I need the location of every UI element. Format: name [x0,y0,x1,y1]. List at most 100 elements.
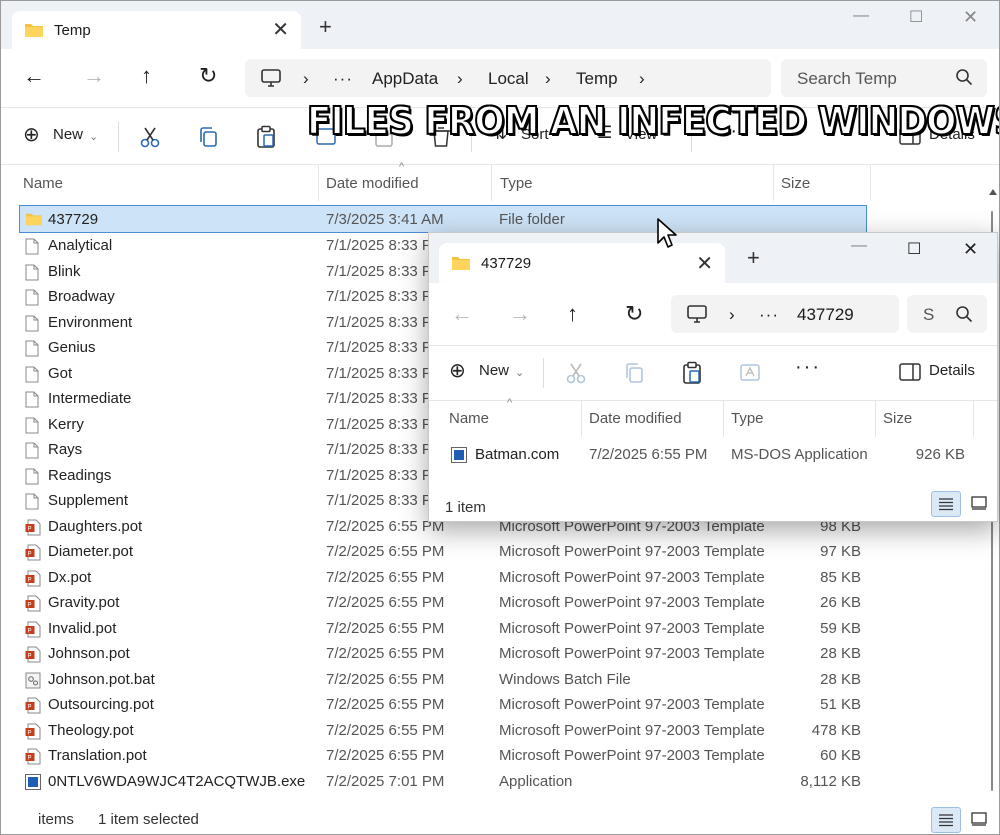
table-row[interactable]: P Gravity.pot 7/2/2025 6:55 PM Microsoft Po… [1,590,999,616]
file-name: 0NTLV6WDA9WJC4T2ACQTWJB.exe [48,772,306,790]
svg-text:P: P [28,705,32,711]
toolbar-divider [118,122,119,152]
command-bar: ⊕ New ⌄ ··· Details [429,345,997,401]
search-input[interactable]: Search Temp [781,59,987,97]
refresh-icon[interactable]: ↻ [625,301,643,327]
breadcrumb-temp[interactable]: Temp [576,69,618,89]
column-type[interactable]: Type [731,410,764,427]
more-options-icon[interactable]: ··· [795,356,821,379]
file-date: 7/1/2025 8:33 PM [326,288,445,305]
column-divider[interactable] [870,165,871,201]
up-icon[interactable]: ↑ [567,301,578,327]
file-type: Microsoft PowerPoint 97-2003 Template [499,696,765,713]
column-divider[interactable] [581,401,582,437]
up-icon[interactable]: ↑ [141,63,152,89]
tab-bar: 437729 ✕ + — ☐ ✕ [429,233,997,283]
svg-text:P: P [28,730,32,736]
tiles-view-button[interactable] [965,491,995,517]
table-row[interactable]: Batman.com 7/2/2025 6:55 PM MS-DOS Appli… [429,439,997,469]
search-input[interactable]: S [907,295,987,333]
column-date-modified[interactable]: Date modified [326,175,419,192]
cut-icon[interactable] [565,362,587,384]
search-icon [956,69,973,86]
new-tab-icon[interactable]: + [319,16,332,38]
item-count: 1 item [445,499,486,516]
column-name[interactable]: Name [449,410,489,427]
chevron-right-icon: › [729,305,735,324]
table-row[interactable]: P Theology.pot 7/2/2025 6:55 PM Microsoft P… [1,718,999,744]
table-row[interactable]: P Invalid.pot 7/2/2025 6:55 PM Microsoft Po… [1,616,999,642]
details-button[interactable]: Details [929,362,975,379]
back-icon[interactable]: ← [451,301,473,327]
tab-temp[interactable]: Temp ✕ [12,11,301,49]
table-row[interactable]: P Diameter.pot 7/2/2025 6:55 PM Microsoft P… [1,539,999,565]
file-date: 7/2/2025 6:55 PM [326,645,445,662]
close-window-icon[interactable]: ✕ [963,239,978,260]
table-row[interactable]: Johnson.pot.bat 7/2/2025 6:55 PM Windows B… [1,667,999,693]
column-divider[interactable] [973,401,974,437]
copy-icon[interactable] [197,126,219,148]
table-row[interactable]: P Johnson.pot 7/2/2025 6:55 PM Microsoft Po… [1,641,999,667]
column-divider[interactable] [773,165,774,201]
powerpoint-icon: P [25,621,41,642]
more-locations-icon[interactable]: ··· [333,69,353,89]
svg-text:P: P [28,577,32,583]
tiles-view-icon [971,812,987,826]
new-button[interactable]: New [53,126,83,143]
new-button[interactable]: New [479,362,509,379]
address-bar[interactable]: › ··· 437729 [671,295,899,333]
address-bar[interactable]: › ··· AppData › Local › Temp › [245,59,771,97]
more-locations-icon[interactable]: ··· [759,305,779,325]
paste-icon[interactable] [255,125,277,149]
file-name: Rays [48,441,83,458]
table-row[interactable]: P Dx.pot 7/2/2025 6:55 PM Microsoft PowerPo… [1,565,999,591]
file-date: 7/1/2025 8:33 PM [326,492,445,509]
rename-icon[interactable] [739,362,761,384]
breadcrumb-local[interactable]: Local [488,69,529,89]
paste-icon[interactable] [681,361,703,385]
table-row-selected[interactable]: 437729 7/3/2025 3:41 AM File folder [19,205,867,233]
file-date: 7/2/2025 6:55 PM [326,721,445,739]
tab-437729[interactable]: 437729 ✕ [439,243,725,283]
column-divider[interactable] [723,401,724,437]
refresh-icon[interactable]: ↻ [199,63,217,89]
column-divider[interactable] [875,401,876,437]
scroll-up-arrow-icon[interactable] [989,189,997,195]
table-row[interactable]: P Translation.pot 7/2/2025 6:55 PM Microsof… [1,743,999,769]
minimize-icon[interactable]: — [851,237,867,255]
column-divider[interactable] [318,165,319,201]
column-headers: Name ^ Date modified Type Size [429,397,997,437]
tiles-view-button[interactable] [965,807,995,833]
file-name: Gravity.pot [48,594,120,611]
file-type: Microsoft PowerPoint 97-2003 Template [499,747,765,764]
cut-icon[interactable] [139,126,161,148]
file-date: 7/2/2025 6:55 PM [326,670,445,688]
column-size[interactable]: Size [883,410,912,427]
details-view-button[interactable] [931,491,961,517]
column-date-modified[interactable]: Date modified [589,410,682,427]
close-tab-icon[interactable]: ✕ [696,251,713,276]
minimize-icon[interactable]: — [853,7,869,25]
close-window-icon[interactable]: ✕ [963,7,978,28]
details-view-button[interactable] [931,807,961,833]
selection-count: 1 item selected [98,811,199,828]
column-name[interactable]: Name [23,175,63,192]
chevron-down-icon: ⌄ [515,367,525,379]
file-type: Microsoft PowerPoint 97-2003 Template [499,594,765,611]
maximize-icon[interactable]: ☐ [907,239,921,259]
close-tab-icon[interactable]: ✕ [272,17,289,42]
table-row[interactable]: 0NTLV6WDA9WJC4T2ACQTWJB.exe 7/2/2025 7:01… [1,769,999,795]
breadcrumb-437729[interactable]: 437729 [797,305,854,325]
file-size: 926 KB [915,446,965,463]
table-row[interactable]: P Outsourcing.pot 7/2/2025 6:55 PM Microsof… [1,692,999,718]
forward-icon[interactable]: → [509,301,531,327]
column-divider[interactable] [491,165,492,201]
column-size[interactable]: Size [781,175,810,192]
new-tab-icon[interactable]: + [747,247,760,269]
copy-icon[interactable] [623,362,645,384]
back-icon[interactable]: ← [23,63,45,89]
breadcrumb-appdata[interactable]: AppData [372,69,438,89]
maximize-icon[interactable]: ☐ [909,7,923,27]
column-type[interactable]: Type [500,175,533,192]
forward-icon[interactable]: → [83,63,105,89]
